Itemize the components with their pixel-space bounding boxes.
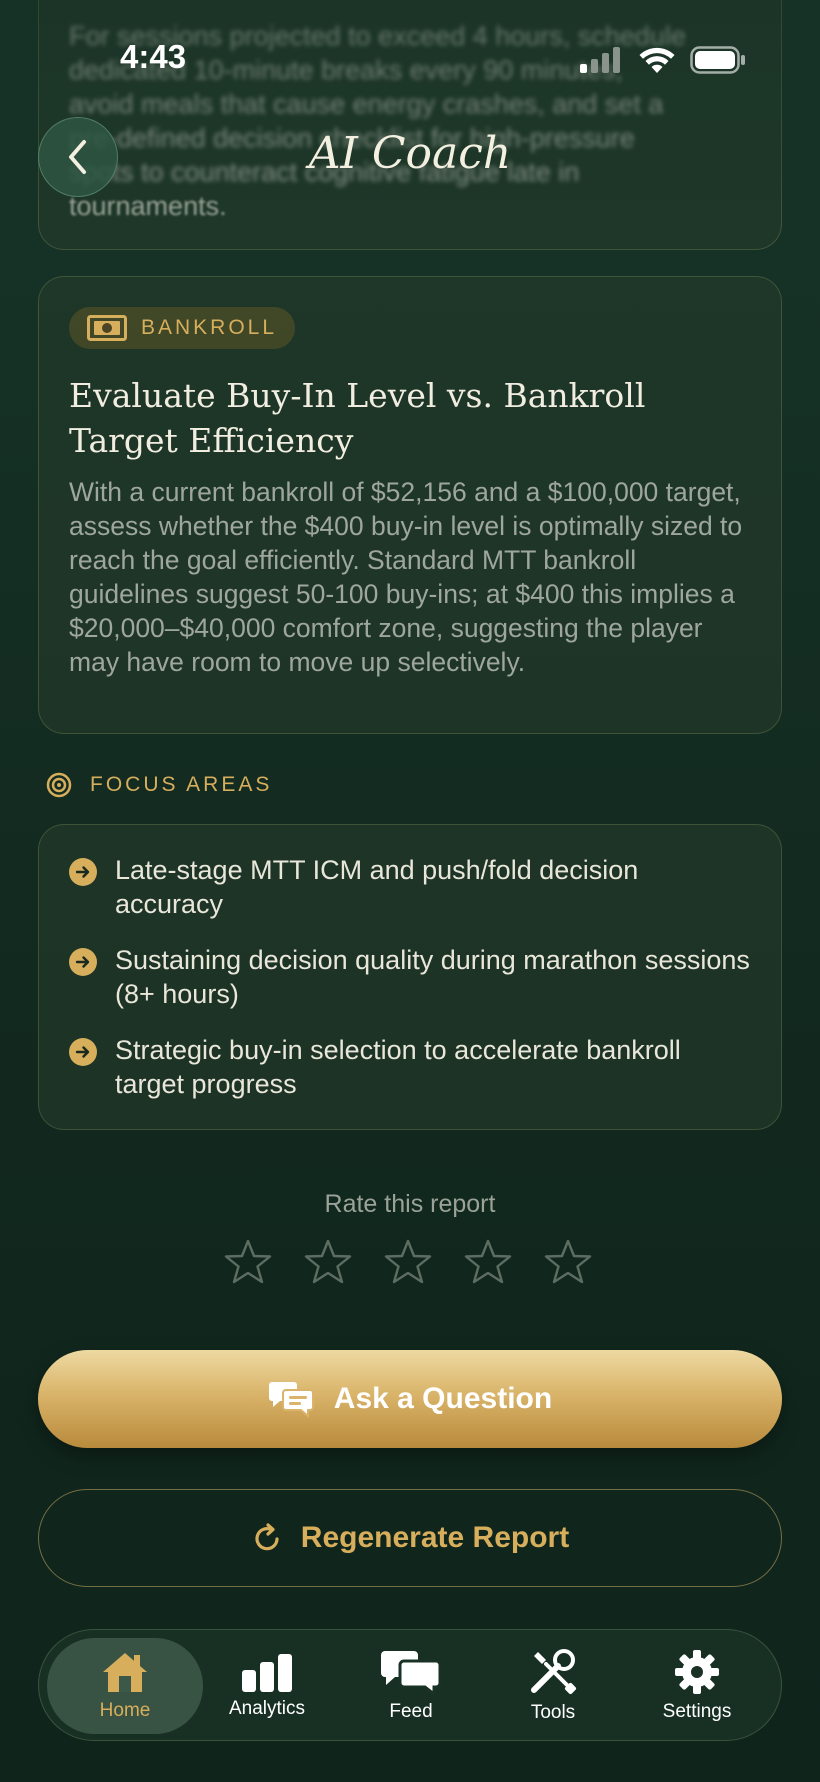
star-3-icon[interactable] [384,1238,432,1286]
category-badge: BANKROLL [69,307,296,349]
tab-label: Home [99,1700,151,1721]
refresh-icon [255,1523,279,1551]
page-title: AI Coach [308,128,512,179]
bankroll-recommendation-card: BANKROLL Evaluate Buy-In Level vs. Bankr… [38,276,782,734]
wifi-icon [639,47,675,73]
rate-report-label: Rate this report [324,1190,496,1218]
focus-item-text: Sustaining decision quality during marat… [115,945,750,1009]
tab-home[interactable]: Home [47,1638,203,1734]
arrow-right-circle-icon [69,858,97,886]
recommendation-title: Evaluate Buy-In Level vs. Bankroll Targe… [69,373,751,463]
tab-label: Feed [389,1701,433,1722]
arrow-right-circle-icon [69,1038,97,1066]
tab-label: Tools [530,1702,576,1723]
tab-label: Settings [662,1701,732,1722]
cellular-signal-icon [580,47,620,73]
star-4-icon[interactable] [464,1238,512,1286]
arrow-right-circle-icon [69,948,97,976]
recommendation-title-line: Evaluate Buy-In Level vs. Bankroll [69,376,646,415]
previous-card-line: tournaments. [69,191,227,221]
tab-settings[interactable]: Settings [619,1638,775,1734]
chat-bubbles-icon [381,1651,442,1695]
recommendation-title-line: Target Efficiency [69,421,354,460]
tab-feed[interactable]: Feed [333,1638,489,1734]
focus-item: Strategic buy-in selection to accelerate… [69,1033,751,1101]
status-bar: 4:43 [0,0,820,110]
recommendation-body: With a current bankroll of $52,156 and a… [69,477,743,677]
ai-coach-screen: For sessions projected to exceed 4 hours… [0,0,820,1782]
focus-item-text: Strategic buy-in selection to accelerate… [115,1035,681,1099]
tab-analytics[interactable]: Analytics [189,1638,345,1734]
wrench-screwdriver-icon [531,1649,577,1695]
house-icon [103,1653,147,1692]
ask-question-button[interactable]: Ask a Question [38,1350,782,1448]
rating-stars [224,1238,592,1286]
bottom-tab-bar: Home Analytics Feed Tools Settings [38,1629,782,1741]
status-time: 4:43 [120,38,187,75]
tab-tools[interactable]: Tools [475,1638,631,1734]
star-2-icon[interactable] [304,1238,352,1286]
focus-item: Late-stage MTT ICM and push/fold decisio… [69,853,751,921]
target-icon [46,772,72,798]
focus-item-text: Late-stage MTT ICM and push/fold decisio… [115,855,639,919]
focus-item: Sustaining decision quality during marat… [69,943,751,1011]
chat-bubbles-icon [268,1382,314,1418]
cash-icon [87,315,127,341]
gear-icon [675,1650,719,1694]
star-1-icon[interactable] [224,1238,272,1286]
status-icons [580,46,746,74]
bar-chart-icon [242,1654,292,1692]
regenerate-report-button[interactable]: Regenerate Report [38,1489,782,1587]
category-badge-label: BANKROLL [141,316,278,339]
star-5-icon[interactable] [544,1238,592,1286]
tab-label: Analytics [228,1698,306,1719]
regenerate-report-label: Regenerate Report [300,1521,570,1554]
focus-areas-card: Late-stage MTT ICM and push/fold decisio… [38,824,782,1130]
ask-question-label: Ask a Question [333,1382,553,1415]
focus-areas-label: FOCUS AREAS [90,773,273,796]
battery-icon [690,46,745,74]
focus-areas-heading: FOCUS AREAS [46,772,272,798]
